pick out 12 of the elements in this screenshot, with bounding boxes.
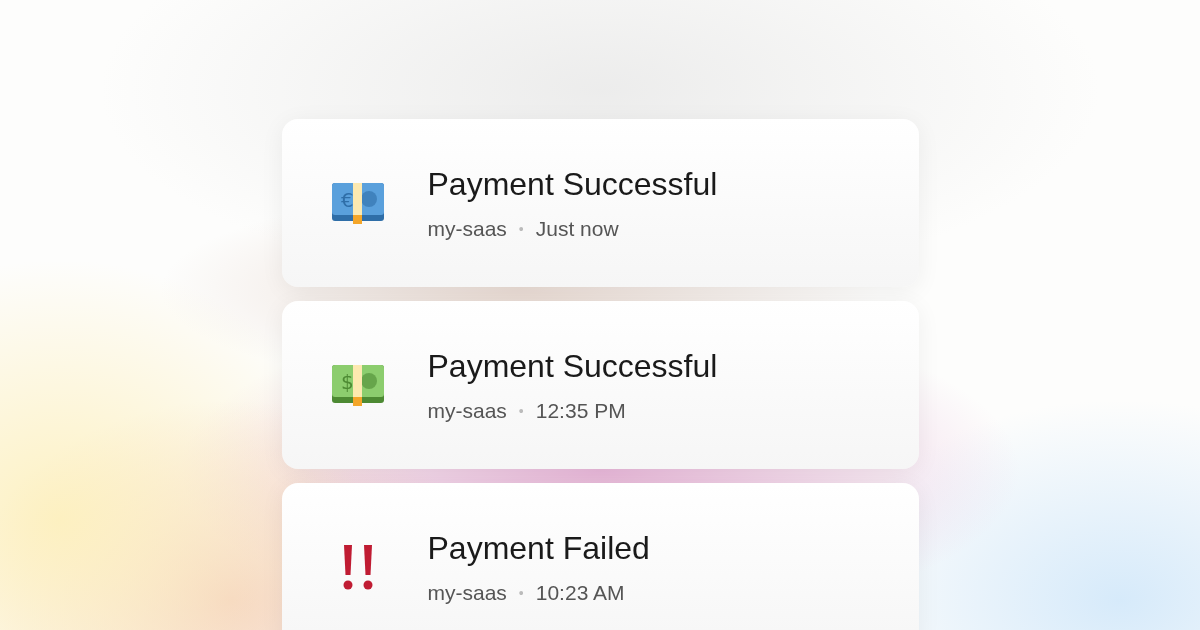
- timestamp: 12:35 PM: [535, 398, 626, 423]
- app-name: my-saas: [427, 580, 507, 605]
- notification-title: Payment Successful: [427, 165, 718, 203]
- notification-title: Payment Failed: [427, 529, 650, 567]
- separator-dot: •: [518, 220, 524, 237]
- notification-title: Payment Successful: [427, 347, 718, 385]
- timestamp: Just now: [535, 216, 619, 241]
- separator-dot: •: [518, 584, 524, 601]
- app-name: my-saas: [427, 398, 507, 423]
- timestamp: 10:23 AM: [535, 580, 625, 605]
- app-name: my-saas: [427, 216, 507, 241]
- separator-dot: •: [518, 402, 524, 419]
